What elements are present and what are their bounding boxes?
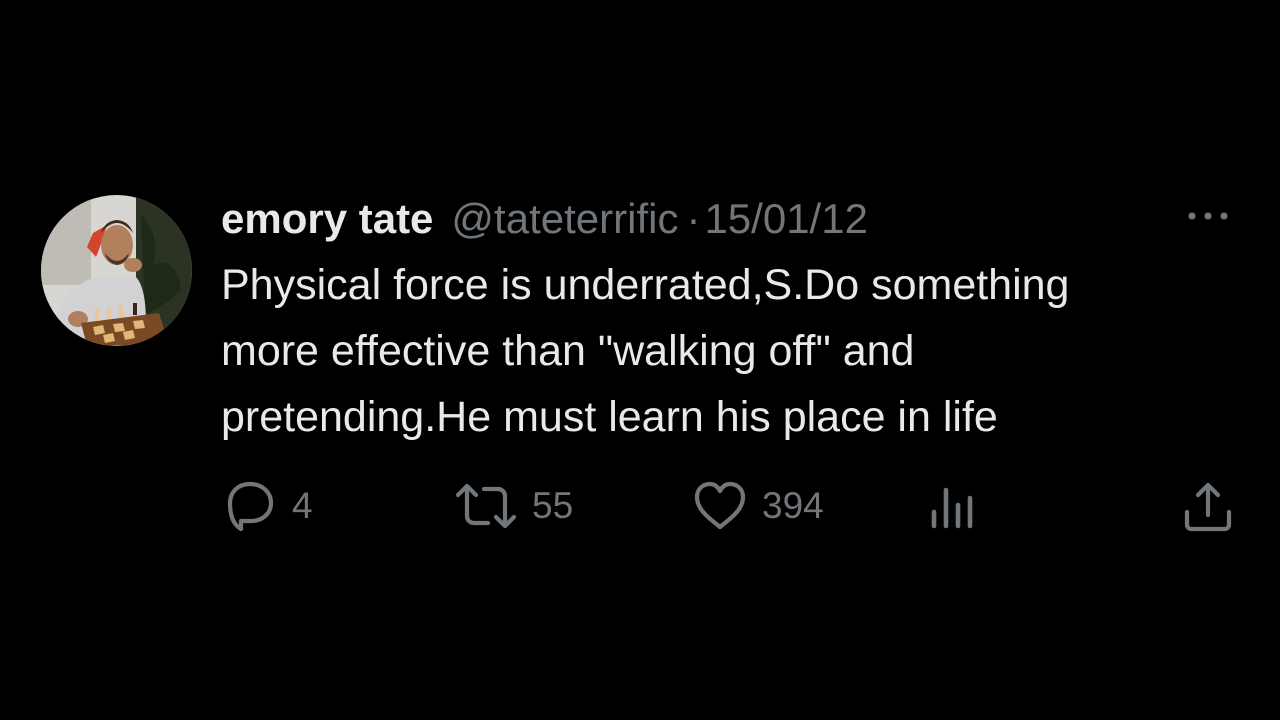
retweet-count: 55	[532, 485, 574, 526]
tweet-text-line: more effective than "walking off" and	[221, 327, 915, 375]
tweet-text: Physical force is underrated,S.Do someth…	[221, 252, 1261, 450]
share-button[interactable]	[1182, 476, 1234, 536]
tweet: emory tate @tateterrific · 15/01/12 Phys…	[0, 0, 1280, 720]
tweet-actions: 4 55 394	[0, 476, 1280, 536]
tweet-text-line: Physical force is underrated,S.Do someth…	[221, 261, 1070, 309]
more-horizontal-icon	[1188, 212, 1228, 220]
avatar[interactable]	[41, 195, 192, 346]
tweet-text-line: pretending.He must learn his place in li…	[221, 393, 998, 441]
separator-dot: ·	[686, 195, 701, 242]
display-name[interactable]: emory tate	[221, 194, 433, 244]
heart-icon	[694, 481, 746, 530]
reply-count: 4	[292, 485, 313, 526]
tweet-header: emory tate @tateterrific · 15/01/12	[221, 194, 868, 244]
avatar-photo	[41, 195, 192, 346]
views-button[interactable]	[928, 476, 980, 536]
tweet-date[interactable]: 15/01/12	[704, 194, 868, 244]
retweet-button[interactable]: 55	[454, 476, 573, 536]
more-options-button[interactable]	[1182, 200, 1234, 232]
retweet-icon	[455, 483, 517, 529]
views-chart-icon	[931, 487, 973, 529]
like-count: 394	[762, 485, 824, 526]
reply-icon	[227, 481, 274, 532]
reply-button[interactable]: 4	[222, 476, 313, 536]
share-icon	[1184, 482, 1232, 532]
user-handle[interactable]: @tateterrific	[451, 194, 678, 244]
like-button[interactable]: 394	[692, 476, 824, 536]
